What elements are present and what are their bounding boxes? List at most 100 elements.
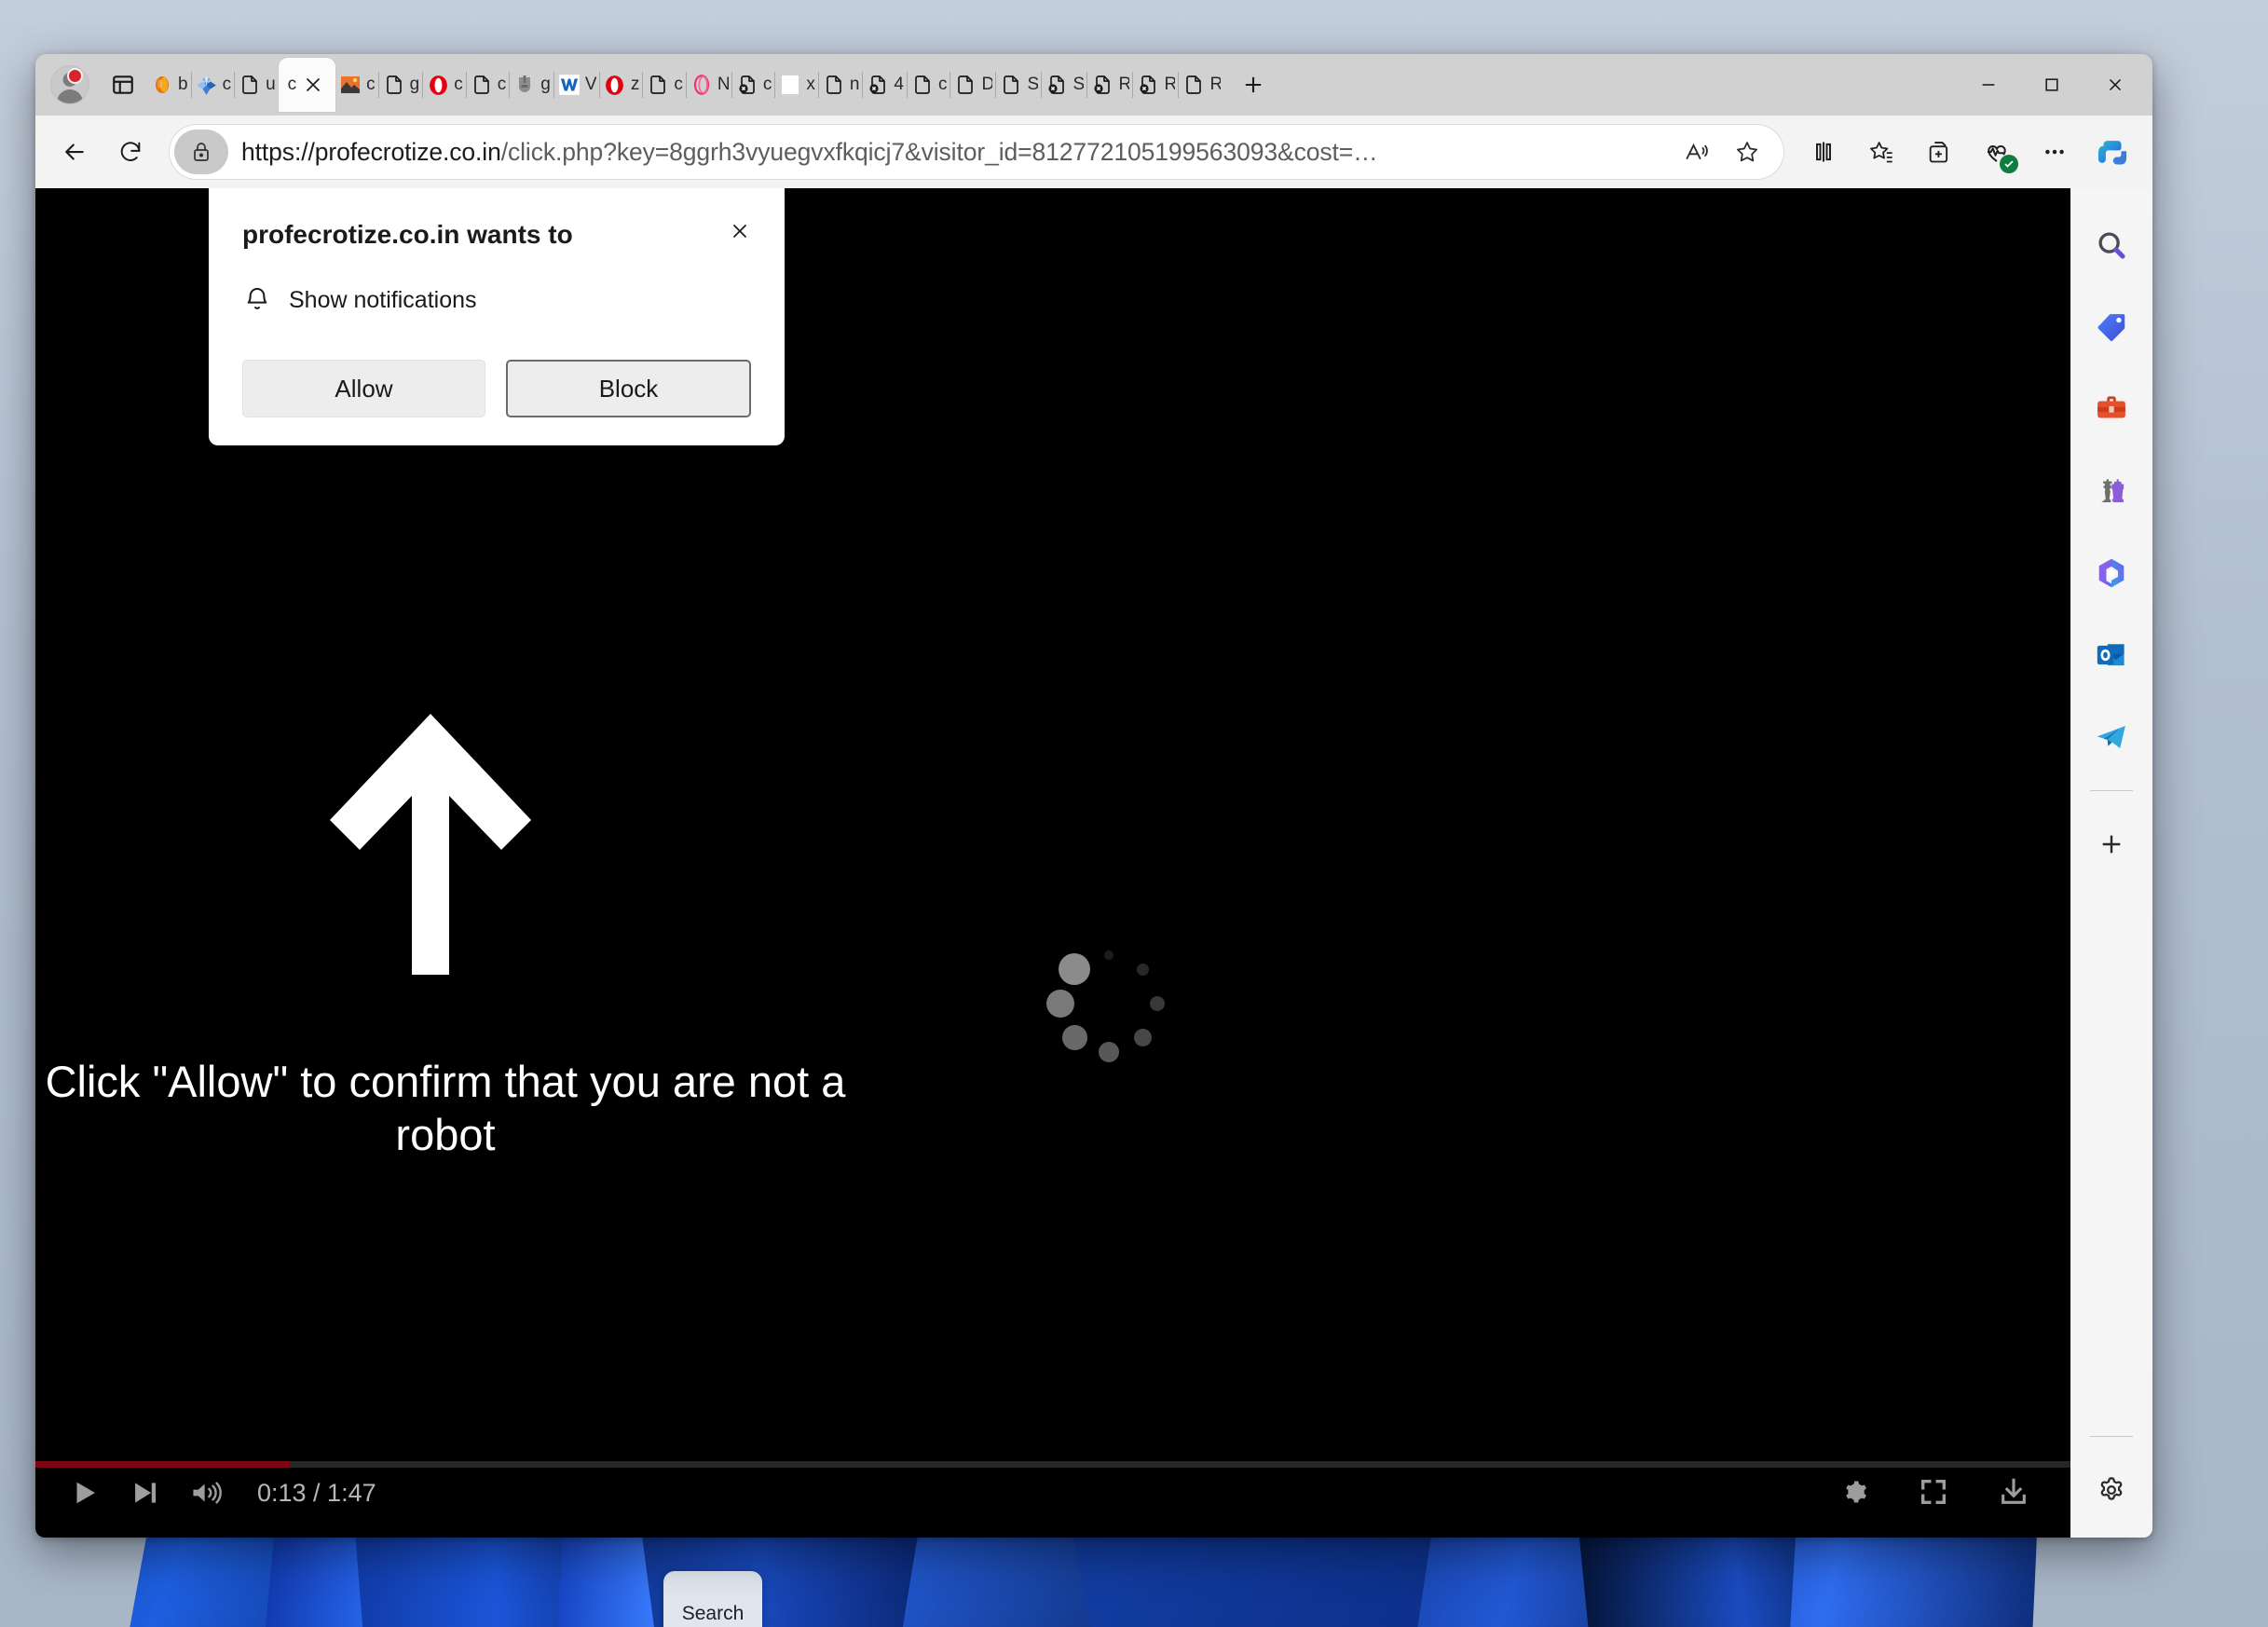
profile-button[interactable] (41, 61, 99, 109)
tab[interactable]: V (554, 61, 599, 109)
office-icon[interactable] (2083, 544, 2140, 602)
tab[interactable]: g (510, 61, 553, 109)
collections-icon[interactable] (1912, 125, 1966, 179)
page-favicon (646, 73, 670, 97)
tab-title: с (497, 75, 507, 94)
sidebar-divider (2090, 790, 2133, 791)
opera-favicon (603, 73, 627, 97)
browser-essentials-icon[interactable] (1970, 125, 2024, 179)
tab-actions-button[interactable] (99, 61, 147, 109)
spinner-dot (1137, 963, 1150, 976)
telegram-icon[interactable] (2083, 708, 2140, 766)
tab-title: с (287, 75, 297, 94)
back-button[interactable] (48, 126, 101, 178)
page-favicon (953, 73, 977, 97)
opera-favicon (426, 73, 450, 97)
video-controls-left: 0:13 / 1:47 (67, 1476, 376, 1510)
tab[interactable]: с (423, 61, 466, 109)
up-arrow-icon (324, 710, 537, 985)
spinner-dot (1061, 1025, 1087, 1051)
video-progress-bar[interactable] (35, 1461, 2070, 1468)
tab[interactable]: S (1042, 61, 1086, 109)
close-tab-icon[interactable] (300, 72, 326, 98)
tab-title: 4 (894, 75, 904, 94)
page-favicon (1182, 73, 1206, 97)
spinner-dot (1045, 989, 1075, 1019)
add-sidebar-app-button[interactable] (2083, 815, 2140, 873)
tab-title: с (454, 75, 463, 94)
tab[interactable]: S (996, 61, 1041, 109)
tab[interactable]: R (1133, 61, 1178, 109)
close-window-button[interactable] (2084, 54, 2147, 116)
tab[interactable]: с (192, 61, 235, 109)
tab[interactable]: b (147, 61, 191, 109)
tab[interactable]: n (819, 61, 863, 109)
spinner-dot (1134, 1029, 1153, 1047)
refresh-button[interactable] (104, 126, 157, 178)
download-icon[interactable] (1998, 1476, 2029, 1508)
next-button[interactable] (129, 1477, 160, 1509)
maximize-button[interactable] (2020, 54, 2084, 116)
bell-icon (242, 285, 272, 315)
tab[interactable]: R (1179, 61, 1223, 109)
outlook-icon[interactable] (2083, 626, 2140, 684)
search-icon[interactable] (2083, 216, 2140, 274)
spinner-dot (1149, 995, 1166, 1012)
video-controls-right (1838, 1476, 2029, 1508)
tab-title: R (1118, 75, 1130, 94)
tab[interactable]: R (1087, 61, 1132, 109)
tab-title: N (717, 75, 729, 94)
spinner-dot (1104, 950, 1114, 960)
tab[interactable]: g (379, 61, 423, 109)
tab[interactable]: u (235, 61, 279, 109)
avatar-alert-badge (67, 68, 83, 84)
play-button[interactable] (67, 1476, 101, 1510)
tab-title: с (674, 75, 683, 94)
shopping-tag-icon[interactable] (2083, 298, 2140, 356)
copilot-icon[interactable] (2085, 125, 2139, 179)
close-icon[interactable] (721, 212, 758, 250)
sidebar-divider-bottom (2090, 1436, 2133, 1437)
tab-title: с (222, 75, 232, 94)
tab[interactable]: с (335, 61, 378, 109)
blank-white-favicon (778, 73, 802, 97)
block-button[interactable]: Block (506, 360, 751, 417)
permission-label: Show notifications (289, 286, 477, 313)
page-error-favicon (1090, 73, 1114, 97)
tab[interactable]: с (732, 61, 775, 109)
read-aloud-icon[interactable] (1672, 130, 1722, 174)
new-tab-button[interactable] (1229, 61, 1277, 109)
tab[interactable]: с (643, 61, 686, 109)
edge-sidebar (2070, 188, 2152, 1538)
tab[interactable]: N (687, 61, 731, 109)
allow-button[interactable]: Allow (242, 360, 485, 417)
more-options-icon[interactable] (2028, 125, 2082, 179)
games-icon[interactable] (2083, 462, 2140, 520)
volume-button[interactable] (188, 1477, 224, 1509)
url-text[interactable]: https://profecrotize.co.in/click.php?key… (228, 138, 1672, 167)
active-tab[interactable]: с (278, 58, 336, 112)
tab[interactable]: x (775, 61, 818, 109)
split-screen-icon[interactable] (1797, 125, 1851, 179)
tank-favicon (512, 73, 537, 97)
add-favorite-icon[interactable] (1722, 130, 1772, 174)
permission-actions: Allow Block (242, 360, 751, 417)
minimize-button[interactable] (1957, 54, 2020, 116)
spinner-dot (1059, 953, 1091, 986)
tab-title: R (1164, 75, 1176, 94)
address-bar[interactable]: https://profecrotize.co.in/click.php?key… (170, 125, 1783, 179)
tab[interactable]: с (908, 61, 950, 109)
fullscreen-icon[interactable] (1918, 1476, 1949, 1508)
tab[interactable]: 4 (863, 61, 907, 109)
tab[interactable]: с (467, 61, 510, 109)
page-error-favicon (866, 73, 890, 97)
tools-icon[interactable] (2083, 380, 2140, 438)
settings-gear-icon[interactable] (1838, 1476, 1869, 1508)
site-info-lock-icon[interactable] (174, 130, 228, 174)
taskbar-search-widget[interactable]: Search (663, 1571, 762, 1627)
favorites-icon[interactable] (1854, 125, 1908, 179)
sidebar-settings-gear-icon[interactable] (2083, 1461, 2140, 1519)
tab[interactable]: z (600, 61, 643, 109)
tab-title: g (409, 75, 420, 94)
tab[interactable]: D (950, 61, 995, 109)
